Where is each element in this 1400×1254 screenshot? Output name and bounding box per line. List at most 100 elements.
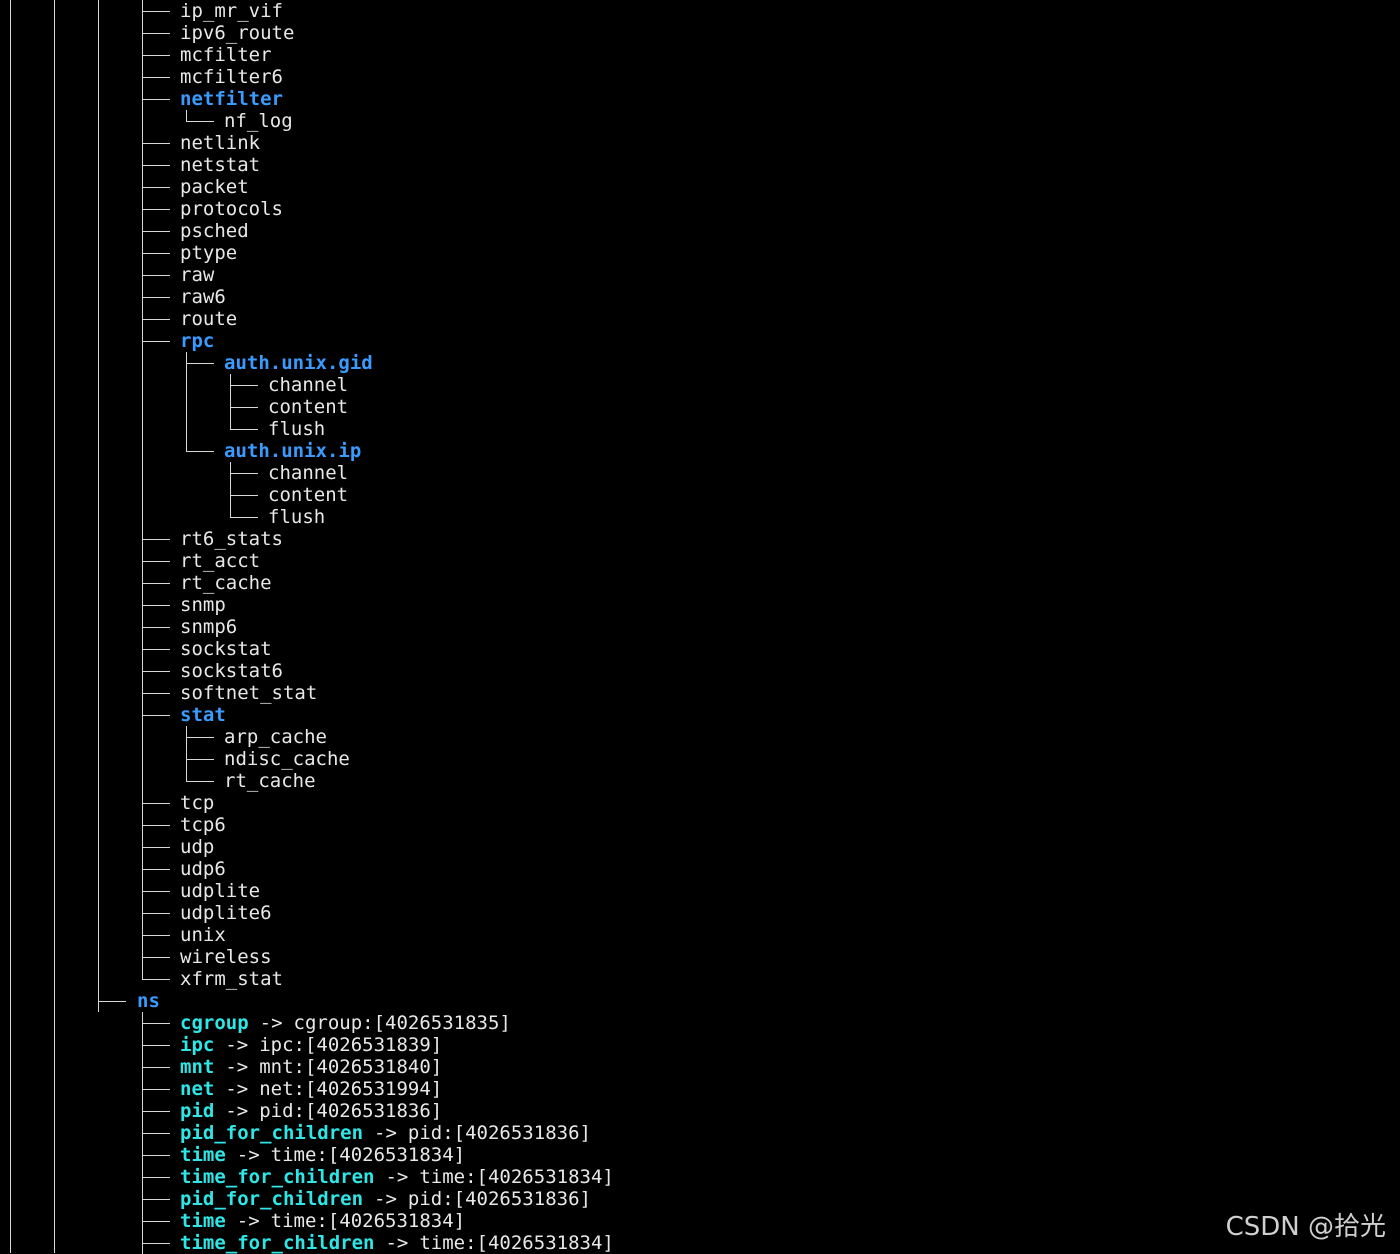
symlink-arrow: -> <box>236 1144 260 1166</box>
tree-line-vertical <box>142 352 143 374</box>
tree-file-row: content <box>268 484 348 506</box>
tree-line-vertical <box>186 110 187 121</box>
tree-line-branch <box>186 737 214 738</box>
tree-line-branch <box>142 627 170 628</box>
directory-name: stat <box>180 704 226 726</box>
symlink-arrow: -> <box>225 1056 249 1078</box>
tree-file-row: softnet_stat <box>180 682 317 704</box>
file-name: psched <box>180 220 249 242</box>
file-name: unix <box>180 924 226 946</box>
tree-symlink-row: time_for_children -> time:[4026531834] <box>180 1232 614 1254</box>
tree-symlink-row: pid -> pid:[4026531836] <box>180 1100 442 1122</box>
symlink-name: time <box>180 1210 226 1232</box>
tree-file-row: snmp <box>180 594 226 616</box>
file-name: sockstat6 <box>180 660 283 682</box>
tree-file-row: rt6_stats <box>180 528 283 550</box>
tree-line-branch <box>142 649 170 650</box>
tree-line-branch <box>142 275 170 276</box>
tree-line-branch <box>142 209 170 210</box>
tree-line-branch <box>142 77 170 78</box>
tree-file-row: ndisc_cache <box>224 748 350 770</box>
tree-file-row: flush <box>268 506 325 528</box>
symlink-name: time_for_children <box>180 1232 375 1254</box>
tree-line-branch <box>142 847 170 848</box>
tree-line-vertical <box>186 418 187 440</box>
tree-line-branch <box>142 957 170 958</box>
symlink-arrow: -> <box>374 1188 397 1210</box>
tree-line-branch <box>142 1023 170 1024</box>
tree-line-branch <box>230 517 258 518</box>
watermark: CSDN @拾光 <box>1225 1212 1386 1242</box>
tree-line-branch <box>142 539 170 540</box>
symlink-arrow: -> <box>385 1232 409 1254</box>
tree-line-vertical <box>142 418 143 440</box>
tree-directory-row: auth.unix.gid <box>224 352 373 374</box>
file-name: ipv6_route <box>180 22 295 44</box>
tree-line-vertical <box>98 0 99 1012</box>
directory-name: netfilter <box>180 88 283 110</box>
tree-line-branch <box>230 429 258 430</box>
terminal-output: ip_mr_vif ipv6_route mcfilter mcfilter6 netf… <box>0 0 1400 1254</box>
symlink-arrow: -> <box>225 1034 249 1056</box>
tree-file-row: udp <box>180 836 214 858</box>
symlink-arrow: -> <box>225 1078 249 1100</box>
file-name: packet <box>180 176 249 198</box>
symlink-target: cgroup:[4026531835] <box>293 1012 511 1034</box>
file-name: ip_mr_vif <box>180 0 283 22</box>
tree-line-branch <box>142 869 170 870</box>
file-name: channel <box>268 374 349 396</box>
file-name: route <box>180 308 238 330</box>
tree-symlink-row: net -> net:[4026531994] <box>180 1078 442 1100</box>
file-name: nf_log <box>224 110 293 132</box>
symlink-target: pid:[4026531836] <box>407 1122 591 1144</box>
tree-line-vertical <box>186 440 187 451</box>
tree-line-branch <box>142 11 170 12</box>
tree-line-branch <box>142 561 170 562</box>
tree-line-branch <box>142 1243 170 1244</box>
tree-directory-row: stat <box>180 704 226 726</box>
tree-line-branch <box>142 1177 170 1178</box>
tree-line-vertical <box>142 396 143 418</box>
file-name: softnet_stat <box>180 682 318 704</box>
symlink-name: net <box>180 1078 215 1100</box>
tree-file-row: udplite <box>180 880 260 902</box>
tree-line-branch <box>142 715 170 716</box>
tree-line-branch <box>142 605 170 606</box>
symlink-arrow: -> <box>225 1100 249 1122</box>
symlink-name: pid_for_children <box>180 1188 364 1210</box>
tree-line-branch <box>142 1045 170 1046</box>
tree-directory-row: netfilter <box>180 88 283 110</box>
directory-name: ns <box>137 990 160 1012</box>
tree-symlink-row: ipc -> ipc:[4026531839] <box>180 1034 442 1056</box>
tree-file-row: arp_cache <box>224 726 327 748</box>
tree-symlink-row: mnt -> mnt:[4026531840] <box>180 1056 442 1078</box>
file-name: udp6 <box>180 858 226 880</box>
tree-file-row: psched <box>180 220 249 242</box>
tree-line-vertical <box>186 396 187 418</box>
symlink-name: pid_for_children <box>180 1122 364 1144</box>
tree-file-row: mcfilter <box>180 44 272 66</box>
tree-line-branch <box>142 187 170 188</box>
tree-symlink-row: cgroup -> cgroup:[4026531835] <box>180 1012 511 1034</box>
file-name: netlink <box>180 132 261 154</box>
file-name: mcfilter6 <box>180 66 283 88</box>
file-name: ndisc_cache <box>224 748 350 770</box>
tree-line-vertical <box>142 748 143 770</box>
tree-line-branch <box>142 671 170 672</box>
tree-line-vertical <box>142 440 143 462</box>
tree-line-branch <box>230 407 258 408</box>
symlink-name: ipc <box>180 1034 215 1056</box>
symlink-arrow: -> <box>374 1122 397 1144</box>
tree-line-branch <box>142 341 170 342</box>
tree-line-branch <box>230 473 258 474</box>
symlink-target: time:[4026531834] <box>419 1166 614 1188</box>
tree-file-row: raw <box>180 264 214 286</box>
tree-file-row: channel <box>268 462 348 484</box>
tree-file-row: netstat <box>180 154 260 176</box>
tree-file-row: route <box>180 308 237 330</box>
symlink-name: mnt <box>180 1056 215 1078</box>
directory-name: auth.unix.gid <box>224 352 373 374</box>
tree-line-branch <box>186 451 214 452</box>
symlink-name: cgroup <box>180 1012 249 1034</box>
tree-file-row: unix <box>180 924 226 946</box>
